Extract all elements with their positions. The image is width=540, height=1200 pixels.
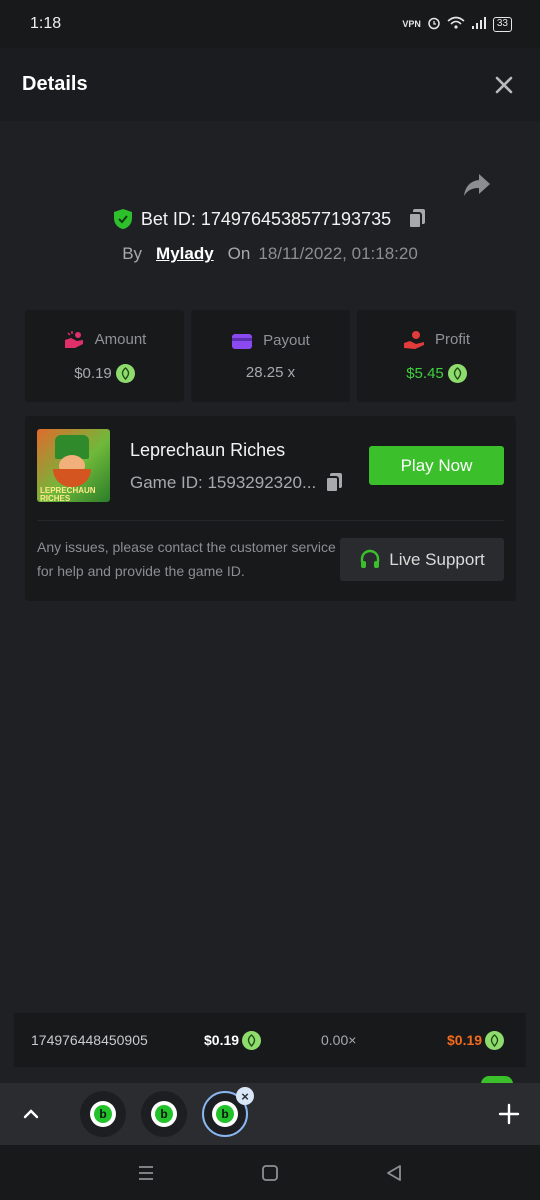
amount-icon <box>64 330 83 348</box>
coin-icon <box>242 1030 262 1050</box>
close-button[interactable] <box>490 71 518 99</box>
back-icon <box>387 1165 401 1181</box>
game-name: Leprechaun Riches <box>130 440 286 460</box>
details-header: Details <box>0 48 540 121</box>
divider <box>37 520 504 521</box>
bet-row-id: 174976448450905 <box>31 1032 148 1048</box>
game-card: LEPRECHAUN RICHES Leprechaun Riches Game… <box>25 416 516 601</box>
wallet-icon <box>232 333 253 349</box>
status-icons: VPN 33 <box>402 16 512 33</box>
page-title: Details <box>22 73 88 95</box>
menu-icon <box>139 1166 153 1180</box>
copy-icon <box>325 473 343 493</box>
wifi-icon <box>447 16 465 33</box>
app-logo-icon: b <box>151 1101 177 1127</box>
new-tab-button[interactable] <box>496 1101 522 1127</box>
support-note: Any issues, please contact the customer … <box>37 539 336 579</box>
app-logo-icon: b <box>90 1101 116 1127</box>
alarm-icon <box>427 16 441 33</box>
signal-icon <box>471 16 487 33</box>
live-support-button[interactable]: Live Support <box>340 538 504 581</box>
recents-button[interactable] <box>134 1161 158 1185</box>
share-icon <box>464 174 490 196</box>
coin-icon <box>447 363 467 383</box>
system-nav-bar <box>0 1145 540 1200</box>
game-id: Game ID: 1593292320... <box>130 473 317 492</box>
bet-row-amount: $0.19 <box>204 1030 262 1050</box>
browser-tab-2[interactable]: b <box>141 1091 187 1137</box>
bet-stats: Amount $0.19 Payout 28.25 x Profit $5.45 <box>25 310 516 402</box>
bet-id: Bet ID: 1749764538577193735 <box>140 208 392 229</box>
share-button[interactable] <box>462 172 492 198</box>
copy-game-id-button[interactable] <box>324 472 344 494</box>
stat-profit-value: $5.45 <box>406 364 444 382</box>
home-icon <box>262 1165 278 1181</box>
browser-tab-bar: b b b × <box>0 1083 540 1145</box>
stat-amount-label: Amount <box>94 331 147 348</box>
bet-row-profit: $0.19 <box>447 1030 505 1050</box>
stat-amount: Amount $0.19 <box>25 310 184 402</box>
game-thumbnail[interactable]: LEPRECHAUN RICHES <box>37 429 110 502</box>
app-logo-icon: b <box>212 1101 238 1127</box>
home-button[interactable] <box>258 1161 282 1185</box>
bet-date: 18/11/2022, 01:18:20 <box>258 244 418 263</box>
bet-id-line: Bet ID: 1749764538577193735 <box>0 208 540 230</box>
username-link[interactable]: Mylady <box>156 244 214 264</box>
play-now-button[interactable]: Play Now <box>369 446 504 485</box>
shield-icon <box>113 209 132 229</box>
stat-amount-value: $0.19 <box>74 364 112 382</box>
browser-tab-1[interactable]: b <box>80 1091 126 1137</box>
bet-row-multiplier: 0.00× <box>321 1032 357 1048</box>
stat-payout: Payout 28.25 x <box>191 310 350 402</box>
vpn-icon: VPN <box>402 19 421 29</box>
game-thumbnail-title: LEPRECHAUN RICHES <box>40 486 96 503</box>
bet-row-amount-value: $0.19 <box>204 1032 240 1048</box>
stat-profit-label: Profit <box>434 331 470 348</box>
coin-icon <box>115 363 135 383</box>
stat-payout-value: 28.25 x <box>245 363 296 381</box>
profit-icon <box>403 330 424 349</box>
coin-icon <box>485 1030 505 1050</box>
copy-icon <box>408 209 426 229</box>
plus-icon <box>498 1103 520 1125</box>
stat-payout-label: Payout <box>263 332 310 349</box>
status-time: 1:18 <box>30 15 62 32</box>
copy-bet-id-button[interactable] <box>407 208 427 230</box>
game-id-line: Game ID: 1593292320... <box>130 472 344 494</box>
headset-icon <box>361 549 380 568</box>
status-bar: 1:18 VPN 33 <box>0 0 540 48</box>
by-label: By <box>122 244 143 263</box>
live-support-label: Live Support <box>389 549 485 569</box>
back-button[interactable] <box>382 1161 406 1185</box>
table-row[interactable]: 174976448450905 $0.19 0.00× $0.19 <box>14 1013 526 1067</box>
expand-tabs-button[interactable] <box>18 1101 44 1127</box>
close-tab-icon[interactable]: × <box>236 1087 254 1105</box>
bet-row-profit-value: $0.19 <box>447 1032 483 1048</box>
chevron-up-icon <box>23 1109 39 1119</box>
browser-tab-active[interactable]: b × <box>202 1087 254 1137</box>
on-label: On <box>227 244 251 263</box>
close-icon <box>495 76 513 93</box>
stat-profit: Profit $5.45 <box>357 310 516 402</box>
bet-byline: By Mylady On 18/11/2022, 01:18:20 <box>0 244 540 264</box>
battery-icon: 33 <box>492 16 512 32</box>
